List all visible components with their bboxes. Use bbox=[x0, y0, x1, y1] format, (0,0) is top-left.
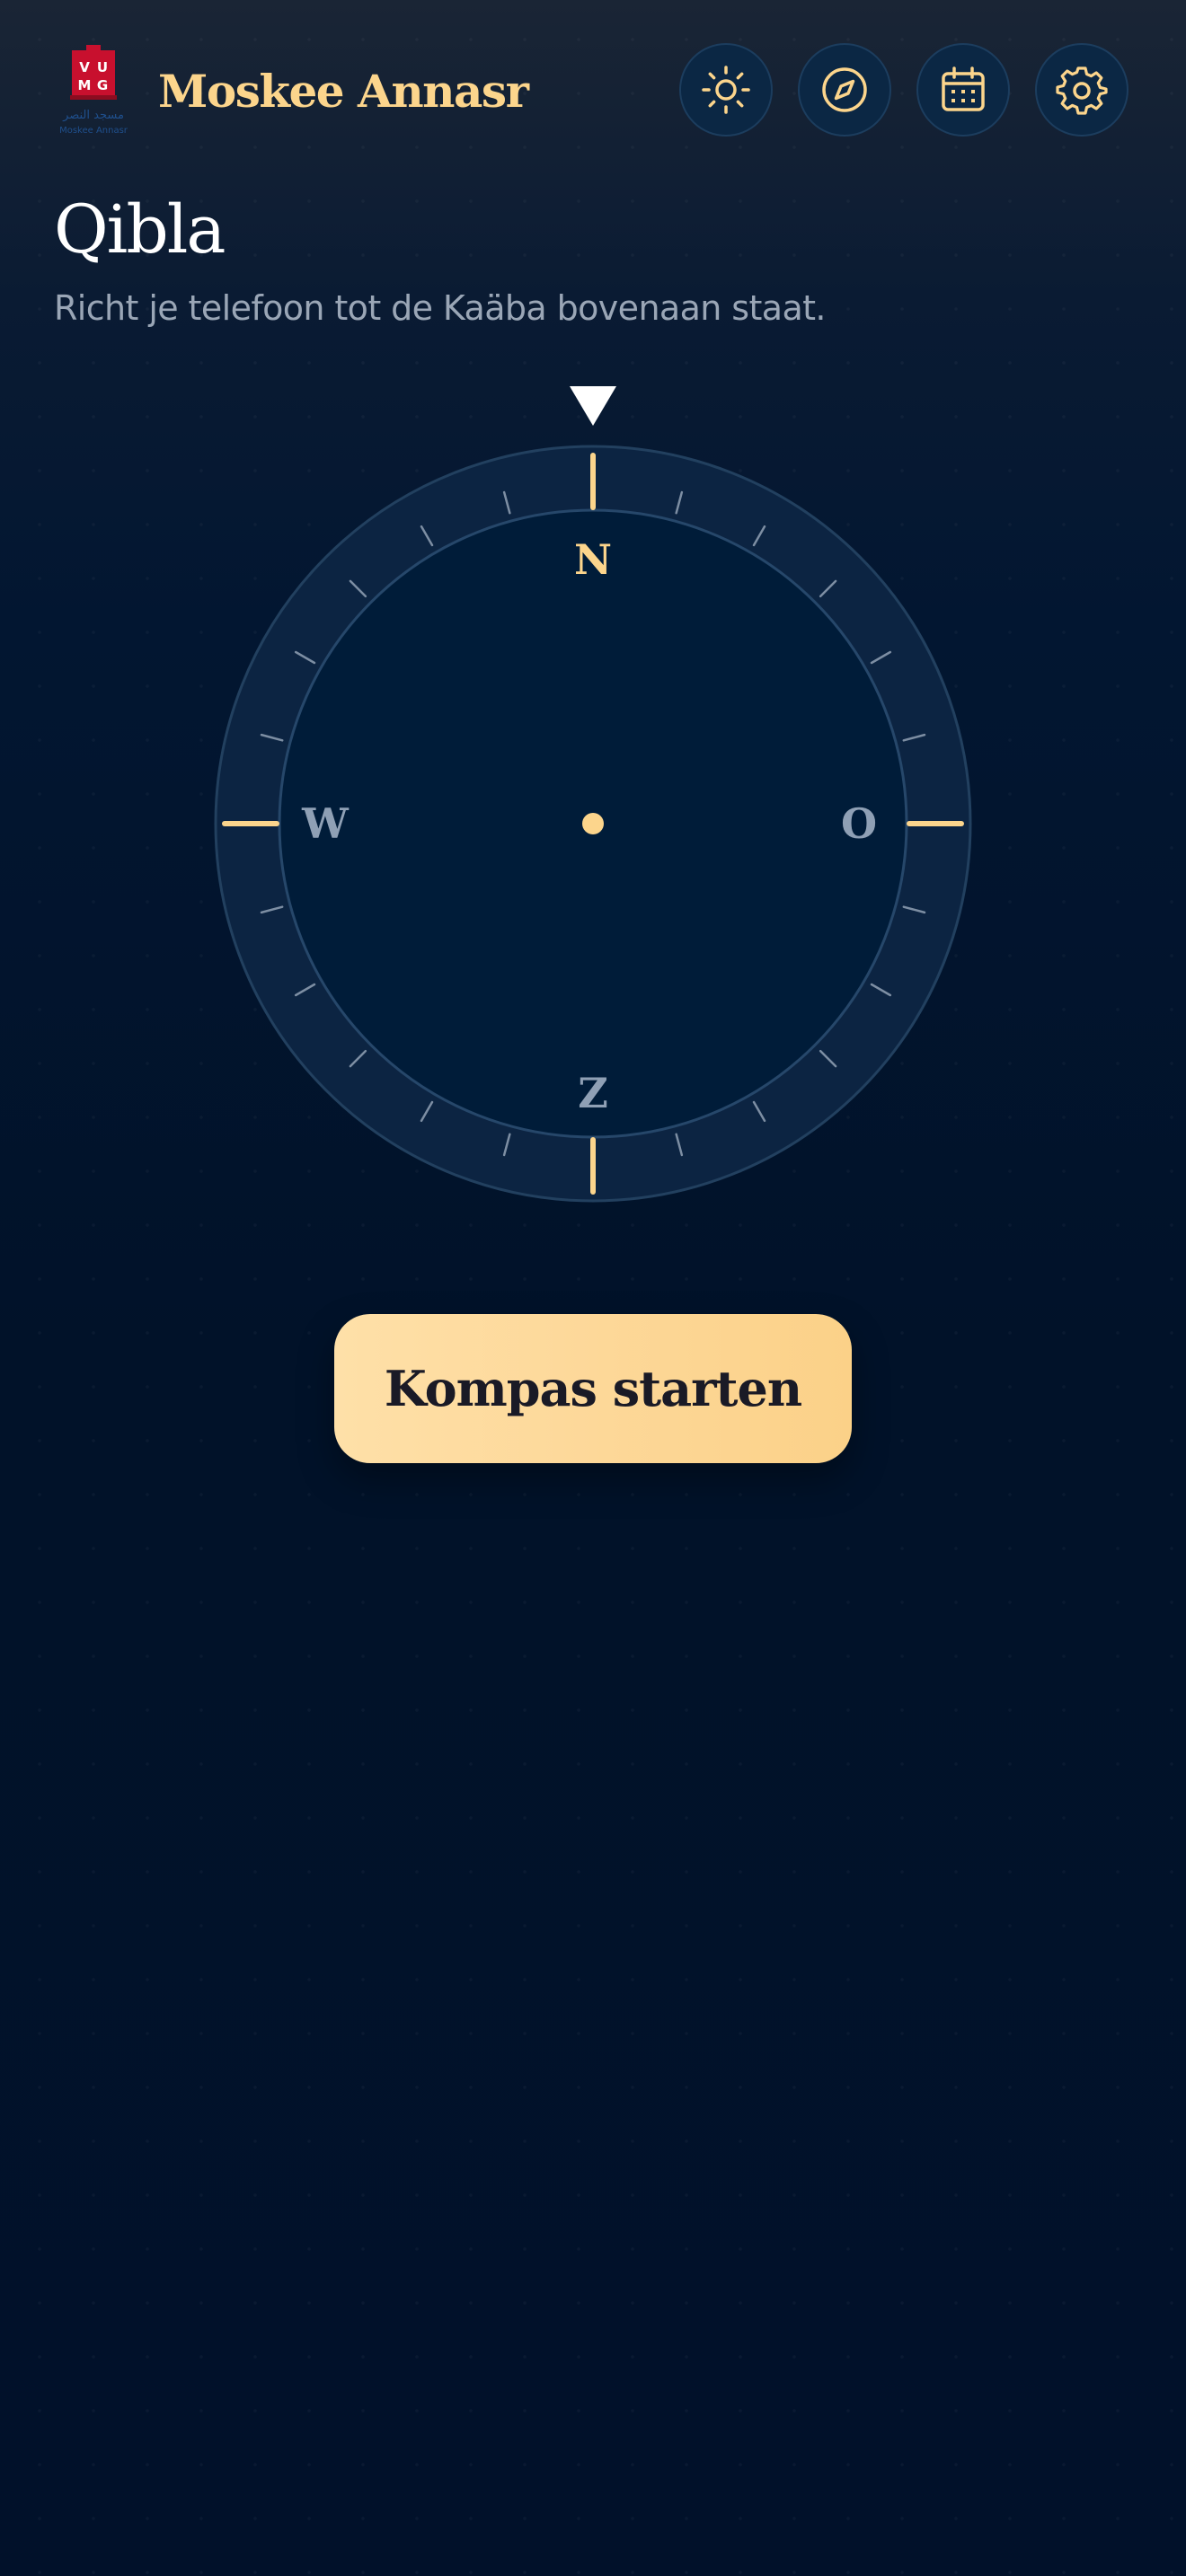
logo-letter-v: V bbox=[79, 59, 90, 75]
page-subtitle: Richt je telefoon tot de Kaäba bovenaan … bbox=[54, 288, 827, 328]
compass-center-dot bbox=[582, 813, 604, 834]
logo-letter-g: G bbox=[97, 77, 108, 93]
logo-latin-text: Moskee Annasr bbox=[59, 126, 128, 136]
calendar-button[interactable] bbox=[916, 43, 1010, 137]
qibla-compass: N O Z W bbox=[214, 445, 972, 1203]
qibla-button[interactable] bbox=[798, 43, 891, 137]
page-title: Qibla bbox=[54, 191, 226, 269]
prayer-times-button[interactable] bbox=[679, 43, 773, 137]
start-compass-button[interactable]: Kompas starten bbox=[334, 1314, 852, 1463]
gear-icon bbox=[1056, 66, 1108, 115]
logo-letter-m: M bbox=[78, 77, 92, 93]
mosque-logo[interactable]: V U M G مسجد النصر Moskee Annasr bbox=[50, 41, 137, 142]
compass-label-north: N bbox=[573, 535, 613, 584]
app-header: V U M G مسجد النصر Moskee Annasr Moskee … bbox=[0, 0, 1186, 180]
settings-button[interactable] bbox=[1035, 43, 1128, 137]
compass-label-east: O bbox=[840, 799, 878, 848]
calendar-icon bbox=[942, 66, 985, 111]
sun-icon bbox=[702, 66, 750, 114]
logo-letter-u: U bbox=[97, 59, 108, 75]
compass-icon bbox=[822, 67, 867, 112]
qibla-pointer-icon bbox=[570, 386, 616, 426]
compass-label-south: Z bbox=[578, 1069, 608, 1117]
compass-label-west: W bbox=[302, 799, 349, 848]
logo-arabic-text: مسجد النصر bbox=[62, 109, 124, 122]
app-title: Moskee Annasr bbox=[158, 65, 529, 118]
